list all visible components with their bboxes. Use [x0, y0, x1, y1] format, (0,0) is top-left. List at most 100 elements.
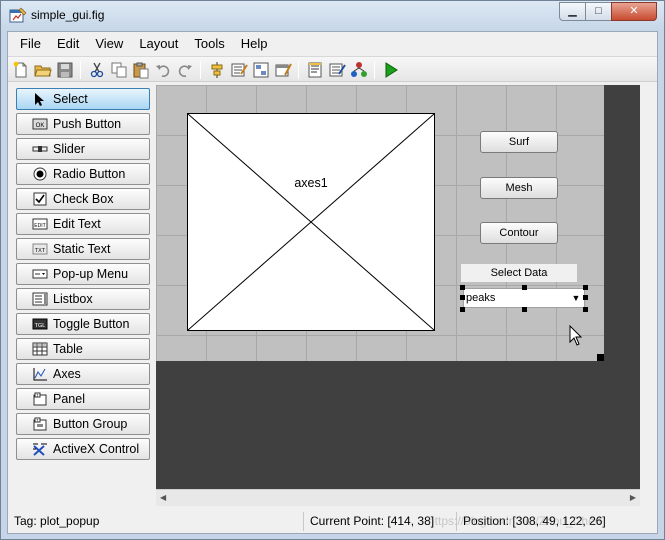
palette-label: Push Button — [53, 117, 122, 131]
selection-handle[interactable] — [583, 295, 588, 300]
palette-push-button[interactable]: OK Push Button — [16, 113, 150, 135]
palette-slider[interactable]: Slider — [16, 138, 150, 160]
toggle-button-icon: TGL — [32, 318, 48, 330]
palette-label: Toggle Button — [53, 317, 130, 331]
selection-handle[interactable] — [460, 295, 465, 300]
plot-popup-menu[interactable]: peaks ▼ — [463, 288, 585, 308]
mesh-button[interactable]: Mesh — [480, 177, 558, 199]
button-group-icon: T — [33, 417, 47, 431]
selection-handle[interactable] — [522, 285, 527, 290]
object-browser-icon[interactable] — [350, 61, 368, 79]
horizontal-scrollbar[interactable]: ◀ ▶ — [156, 489, 640, 506]
palette-activex-control[interactable]: ActiveX Control — [16, 438, 150, 460]
surf-button[interactable]: Surf — [480, 131, 558, 153]
undo-icon[interactable] — [154, 61, 172, 79]
push-button-icon: OK — [32, 118, 48, 130]
client-area: File Edit View Layout Tools Help Select … — [7, 31, 658, 534]
run-figure-icon[interactable] — [382, 61, 400, 79]
axes-placeholder-cross — [188, 114, 434, 330]
palette-radio-button[interactable]: Radio Button — [16, 163, 150, 185]
panel-icon: T — [33, 392, 47, 406]
toolbar-separator — [200, 61, 201, 79]
chevron-down-icon[interactable]: ▼ — [570, 291, 582, 305]
cut-icon[interactable] — [88, 61, 106, 79]
menu-tools[interactable]: Tools — [186, 32, 232, 56]
menu-edit[interactable]: Edit — [49, 32, 87, 56]
radio-button-icon — [33, 167, 47, 181]
figure-file-icon — [9, 7, 27, 23]
contour-button[interactable]: Contour — [480, 222, 558, 244]
listbox-icon — [32, 292, 48, 306]
component-palette: Select OK Push Button Slider Radio Button Che… — [16, 88, 152, 468]
redo-icon[interactable] — [176, 61, 194, 79]
copy-icon[interactable] — [110, 61, 128, 79]
figure-resize-handle[interactable] — [597, 354, 604, 361]
align-objects-icon[interactable] — [208, 61, 226, 79]
selection-handle[interactable] — [583, 307, 588, 312]
save-icon[interactable] — [56, 61, 74, 79]
select-data-label: Select Data — [461, 264, 577, 282]
tab-order-editor-icon[interactable] — [252, 61, 270, 79]
icon-text: OK — [36, 123, 45, 129]
scroll-left-icon[interactable]: ◀ — [160, 493, 166, 502]
palette-check-box[interactable]: Check Box — [16, 188, 150, 210]
toolbar-editor-icon[interactable] — [274, 61, 292, 79]
palette-edit-text[interactable]: EDIT Edit Text — [16, 213, 150, 235]
axes-label: axes1 — [294, 176, 328, 190]
palette-label: Listbox — [53, 292, 93, 306]
palette-static-text[interactable]: TXT Static Text — [16, 238, 150, 260]
palette-pop-up-menu[interactable]: Pop-up Menu — [16, 263, 150, 285]
palette-toggle-button[interactable]: TGL Toggle Button — [16, 313, 150, 335]
icon-text: TXT — [35, 248, 46, 254]
menu-editor-icon[interactable] — [230, 61, 248, 79]
title-bar[interactable]: simple_gui.fig ▁ □ ✕ — [1, 1, 664, 31]
new-file-icon[interactable] — [12, 61, 30, 79]
selection-handle[interactable] — [583, 285, 588, 290]
palette-panel[interactable]: T Panel — [16, 388, 150, 410]
scroll-right-icon[interactable]: ▶ — [630, 493, 636, 502]
palette-label: Static Text — [53, 242, 111, 256]
palette-button-group[interactable]: T Button Group — [16, 413, 150, 435]
popup-menu-icon — [32, 269, 48, 279]
menu-view[interactable]: View — [87, 32, 131, 56]
paste-icon[interactable] — [132, 61, 150, 79]
axes-icon — [33, 368, 47, 381]
palette-select[interactable]: Select — [16, 88, 150, 110]
menu-help[interactable]: Help — [233, 32, 276, 56]
menu-file[interactable]: File — [12, 32, 49, 56]
palette-axes[interactable]: Axes — [16, 363, 150, 385]
palette-label: Check Box — [53, 192, 114, 206]
status-tag: Tag: plot_popup — [14, 514, 100, 528]
popup-value: peaks — [466, 292, 496, 304]
toolbar — [8, 56, 657, 82]
figure-grid[interactable]: axes1 Surf Mesh Contour Select Data peak… — [156, 85, 604, 361]
watermark-text: https://blog.csdn.net/Zhou_Chen — [428, 514, 602, 528]
palette-label: Pop-up Menu — [53, 267, 129, 281]
selection-handle[interactable] — [460, 307, 465, 312]
palette-label: Button Group — [53, 417, 128, 431]
palette-listbox[interactable]: Listbox — [16, 288, 150, 310]
icon-text: TGL — [35, 323, 46, 329]
guide-window: simple_gui.fig ▁ □ ✕ File Edit View Layo… — [0, 0, 665, 540]
close-button[interactable]: ✕ — [611, 2, 657, 21]
minimize-button[interactable]: ▁ — [559, 2, 586, 21]
property-inspector-icon[interactable] — [328, 61, 346, 79]
arrow-cursor-icon — [35, 93, 44, 106]
maximize-button[interactable]: □ — [585, 2, 612, 21]
selection-handle[interactable] — [460, 285, 465, 290]
palette-label: Panel — [53, 392, 85, 406]
edit-text-icon: EDIT — [32, 218, 48, 230]
axes1[interactable]: axes1 — [187, 113, 435, 331]
menu-layout[interactable]: Layout — [131, 32, 186, 56]
palette-table[interactable]: Table — [16, 338, 150, 360]
selection-handle[interactable] — [522, 307, 527, 312]
layout-editor-area[interactable]: axes1 Surf Mesh Contour Select Data peak… — [156, 85, 640, 489]
open-folder-icon[interactable] — [34, 61, 52, 79]
palette-label: Edit Text — [53, 217, 101, 231]
vertical-scroll-area — [640, 85, 657, 506]
toolbar-separator — [298, 61, 299, 79]
toolbar-separator — [374, 61, 375, 79]
editor-icon[interactable] — [306, 61, 324, 79]
status-bar: Tag: plot_popup Current Point: [414, 38]… — [8, 510, 657, 533]
activex-control-icon — [33, 443, 47, 456]
